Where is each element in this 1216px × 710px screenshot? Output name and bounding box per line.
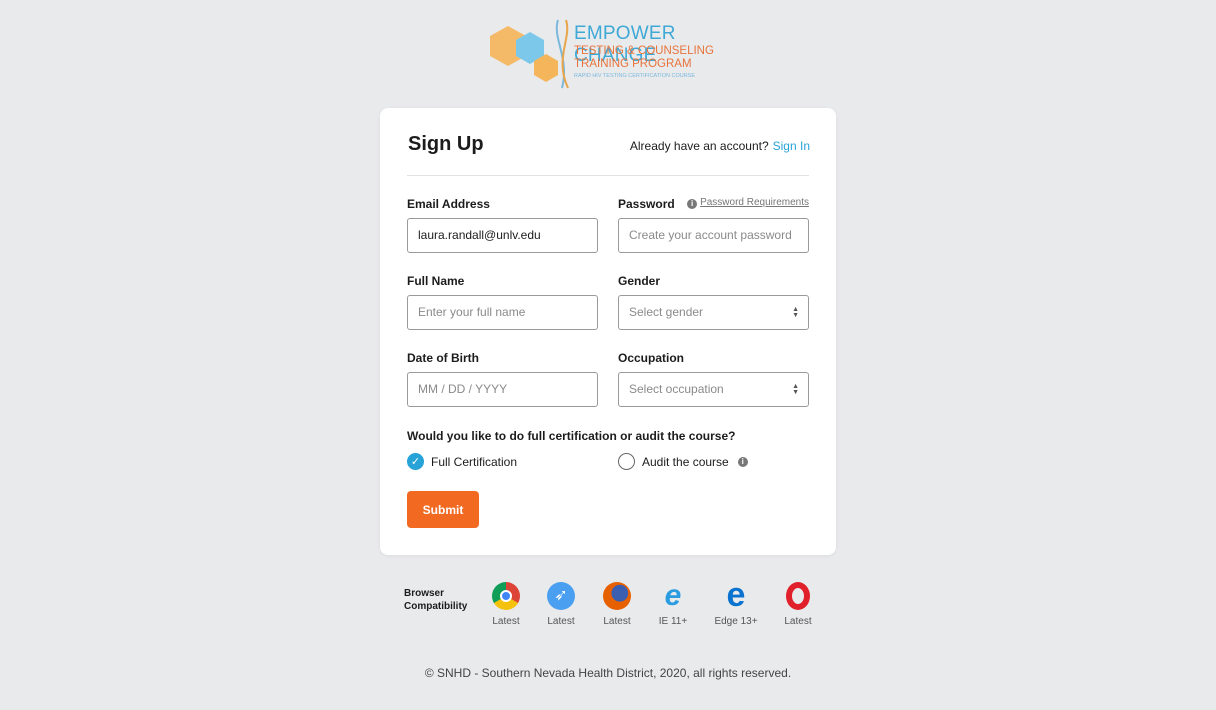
browser-firefox: Latest <box>587 582 647 627</box>
full-name-field[interactable]: Enter your full name <box>407 295 598 330</box>
browser-chrome: Latest <box>476 582 536 627</box>
radio-circle-icon <box>618 453 635 470</box>
gender-select[interactable]: Select gender ▲ ▼ <box>618 295 809 330</box>
logo: EMPOWER CHANGE TESTING & COUNSELING TRAIN… <box>478 18 748 90</box>
safari-icon: ➶ <box>547 582 575 610</box>
browser-safari: ➶ Latest <box>531 582 591 627</box>
gender-label: Gender <box>618 274 661 288</box>
radio-audit-course[interactable]: Audit the course i <box>618 453 751 470</box>
radio-full-certification[interactable]: ✓ Full Certification <box>407 453 517 470</box>
signin-link[interactable]: Sign In <box>773 139 810 153</box>
certification-question: Would you like to do full certification … <box>407 429 736 443</box>
check-icon: ✓ <box>407 453 424 470</box>
password-field[interactable]: Create your account password <box>618 218 809 253</box>
logo-line: TRAINING PROGRAM <box>574 58 692 70</box>
dob-label: Date of Birth <box>407 351 479 365</box>
logo-line: TESTING & COUNSELING <box>574 45 714 57</box>
browser-opera: Latest <box>768 582 828 627</box>
password-requirements-link[interactable]: i Password Requirements <box>687 197 809 209</box>
info-icon: i <box>737 456 748 467</box>
hexagon-logo-icon <box>490 19 569 89</box>
divider <box>407 175 809 176</box>
browser-compatibility-label: Browser Compatibility <box>404 588 468 612</box>
email-field[interactable]: laura.randall@unlv.edu <box>407 218 598 253</box>
logo-tagline: RAPID HIV TESTING CERTIFICATION COURSE <box>574 73 696 79</box>
signup-card: Sign Up Already have an account? Sign In … <box>380 108 836 555</box>
occupation-label: Occupation <box>618 351 685 365</box>
full-name-label: Full Name <box>407 274 465 288</box>
opera-icon <box>786 582 810 610</box>
firefox-icon <box>603 582 631 610</box>
chrome-icon <box>492 582 520 610</box>
footer-copyright: © SNHD - Southern Nevada Health District… <box>424 666 792 680</box>
edge-icon: e <box>726 576 746 614</box>
browser-ie: e IE 11+ <box>658 579 688 628</box>
page-title: Sign Up <box>408 133 484 155</box>
password-label: Password <box>618 197 675 211</box>
select-arrows-icon: ▲ ▼ <box>792 306 799 319</box>
browser-edge: e Edge 13+ <box>714 576 758 627</box>
email-label: Email Address <box>407 197 490 211</box>
select-arrows-icon: ▲ ▼ <box>792 383 799 396</box>
info-icon: i <box>687 199 698 209</box>
signin-prompt: Already have an account? Sign In <box>629 139 810 153</box>
ie-icon: e <box>664 579 682 612</box>
dob-field[interactable]: MM / DD / YYYY <box>407 372 598 407</box>
submit-button[interactable]: Submit <box>407 491 479 528</box>
occupation-select[interactable]: Select occupation ▲ ▼ <box>618 372 809 407</box>
